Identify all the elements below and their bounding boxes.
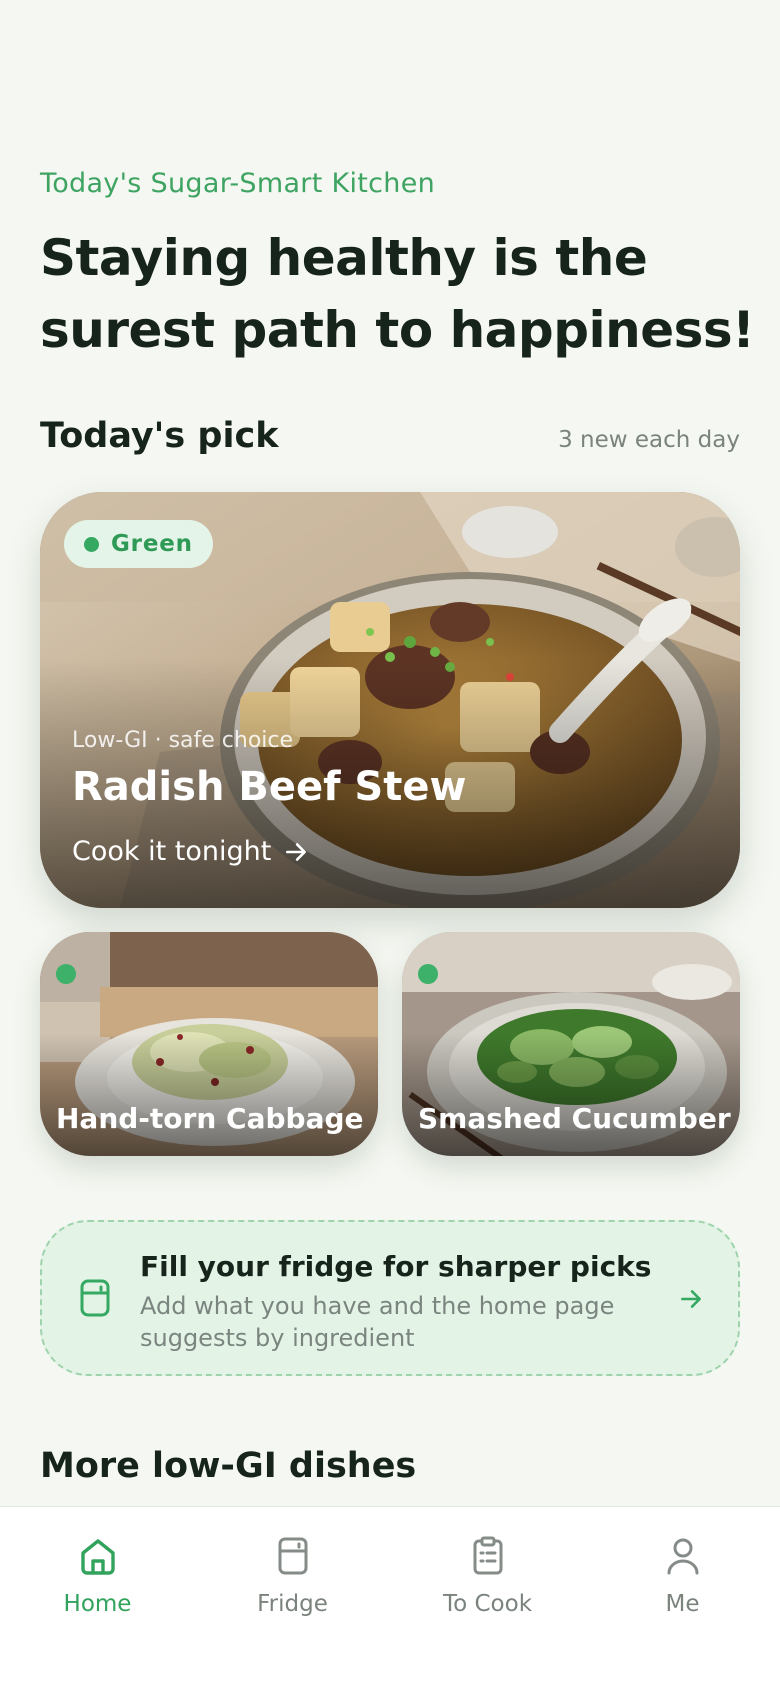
fridge-prompt-subtitle: Add what you have and the home page sugg… <box>140 1292 615 1352</box>
arrow-right-icon <box>681 1290 701 1308</box>
fridge-icon <box>278 1537 307 1575</box>
nav-label: Fridge <box>257 1591 328 1617</box>
more-dishes-title: More low-GI dishes <box>40 1446 417 1486</box>
nav-item-home[interactable]: Home <box>0 1507 195 1688</box>
page-kicker: Today's Sugar-Smart Kitchen <box>40 168 436 199</box>
badge-label: Green <box>111 531 193 557</box>
green-dot-icon <box>84 536 99 552</box>
fridge-icon <box>80 1279 110 1317</box>
nav-item-to-cook[interactable]: To Cook <box>390 1507 585 1688</box>
nav-item-fridge[interactable]: Fridge <box>195 1507 390 1688</box>
green-dot-icon <box>56 964 76 984</box>
section-note: 3 new each day <box>558 427 740 453</box>
recipe-name: Radish Beef Stew <box>72 764 467 810</box>
bottom-nav: Home Fridge To Cook Me <box>0 1506 780 1688</box>
green-dot-icon <box>418 964 438 984</box>
nav-label: To Cook <box>442 1591 533 1617</box>
nav-label: Me <box>665 1591 700 1617</box>
recipe-name: Smashed Cucumber <box>418 1102 731 1135</box>
cook-tonight-link[interactable]: Cook it tonight <box>72 836 309 867</box>
nav-label: Home <box>63 1591 132 1617</box>
todays-pick-header: Today's pick 3 new each day <box>40 416 740 456</box>
recipe-subtitle: Low-GI · safe choice <box>72 728 294 753</box>
featured-recipe-card[interactable]: Green Low-GI · safe choice Radish Beef S… <box>40 492 740 908</box>
recipe-card-cucumber[interactable]: Smashed Cucumber <box>402 932 740 1156</box>
section-title: Today's pick <box>40 416 279 456</box>
person-icon <box>667 1538 698 1575</box>
home-icon <box>80 1539 115 1575</box>
status-badge: Green <box>64 520 213 568</box>
fridge-prompt-title: Fill your fridge for sharper picks <box>140 1250 652 1283</box>
arrow-right-icon <box>286 842 307 861</box>
recipe-name: Hand-torn Cabbage <box>56 1102 364 1135</box>
clipboard-icon <box>473 1536 502 1575</box>
nav-item-me[interactable]: Me <box>585 1507 780 1688</box>
home-screen: Today's Sugar-Smart Kitchen Staying heal… <box>0 0 780 1688</box>
page-title: Staying healthy is the surest path to ha… <box>40 229 755 359</box>
fill-fridge-card[interactable]: Fill your fridge for sharper picks Add w… <box>40 1220 740 1376</box>
cta-label: Cook it tonight <box>72 836 272 867</box>
recipe-card-cabbage[interactable]: Hand-torn Cabbage <box>40 932 378 1156</box>
